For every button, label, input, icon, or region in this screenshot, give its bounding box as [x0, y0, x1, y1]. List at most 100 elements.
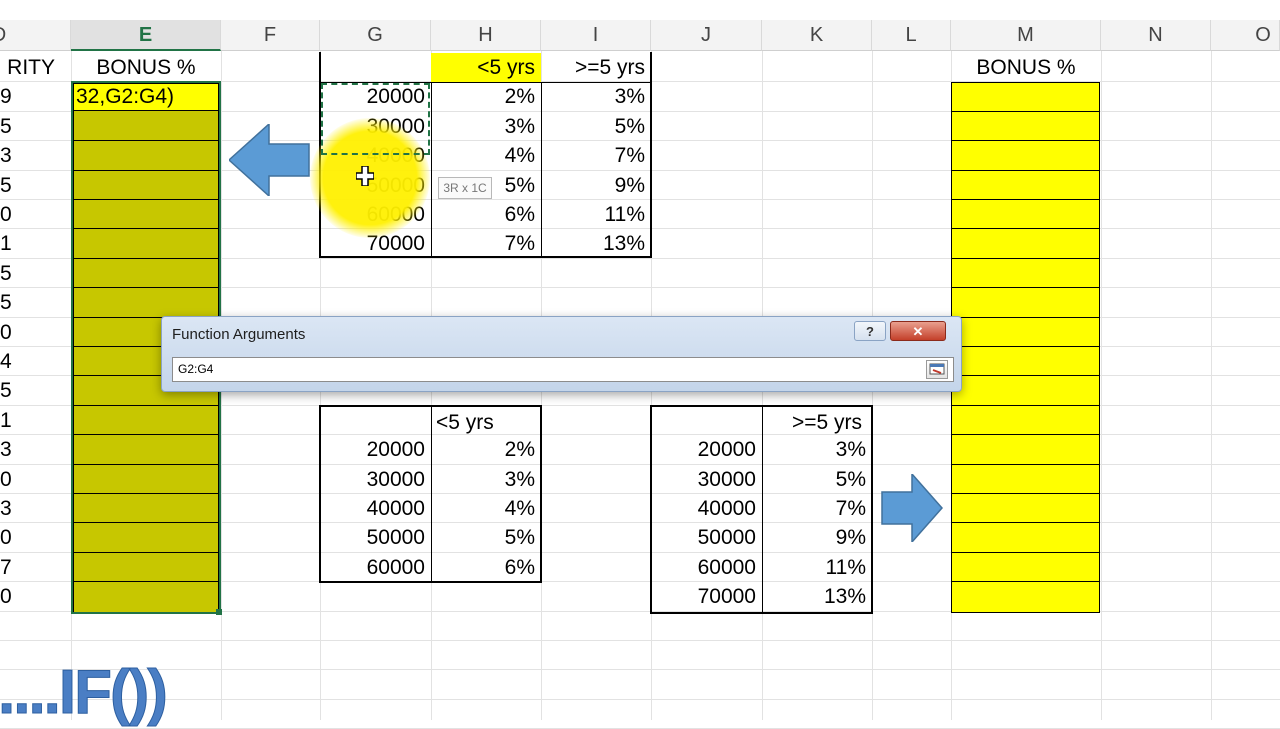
bonus-cell-border: [951, 258, 1100, 259]
lower-right-cell-j: 40000: [697, 497, 756, 520]
top-table-cell-g: 70000: [366, 232, 425, 255]
top-table-cell-h: 6%: [504, 203, 535, 226]
column-header-label: M: [1017, 24, 1034, 46]
column-d-value: 9: [0, 85, 12, 108]
bonus-cell-border: [951, 464, 1100, 465]
top-table-cell-i: 5%: [614, 115, 645, 138]
bonus-cell-border: [951, 552, 1100, 553]
column-d-header: RITY: [7, 56, 55, 79]
bonus-cell-border: [951, 493, 1100, 494]
top-table-cell-g: 60000: [366, 203, 425, 226]
function-arguments-dialog: Function Arguments ? ✕ G2:G4: [161, 316, 962, 392]
lower-right-cell-k: 11%: [825, 556, 866, 579]
column-d-value: 4: [0, 350, 12, 373]
column-header-k[interactable]: K: [762, 20, 872, 51]
copy-marquee-g2-g4: [321, 83, 430, 155]
bonus-cell-border: [951, 287, 1100, 288]
column-header-label: D: [0, 24, 6, 46]
column-d-value: 5: [0, 262, 12, 285]
column-header-o[interactable]: O: [1211, 20, 1280, 51]
lower-right-cell-k: 7%: [835, 497, 866, 520]
lower-left-cell-h: 3%: [504, 468, 535, 491]
column-header-label: J: [701, 24, 711, 46]
column-header-i[interactable]: I: [541, 20, 651, 51]
top-table-cell-i: 7%: [614, 144, 645, 167]
column-d-value: 0: [0, 468, 12, 491]
column-header-d[interactable]: D: [0, 20, 71, 51]
bonus-header-e: BONUS %: [96, 56, 196, 79]
column-d-value: 5: [0, 115, 12, 138]
column-header-j[interactable]: J: [651, 20, 762, 51]
bonus-cell-border: [951, 405, 1100, 406]
bonus-header-m: BONUS %: [976, 56, 1076, 79]
bonus-cell-border: [951, 317, 1100, 318]
lower-right-cell-k: 5%: [835, 468, 866, 491]
row-gridline: [0, 699, 1280, 700]
column-d-value: 5: [0, 379, 12, 402]
bonus-cell-border: [951, 199, 1100, 200]
bonus-range-m[interactable]: [951, 82, 1100, 613]
column-header-label: K: [809, 24, 824, 46]
column-header-g[interactable]: G: [320, 20, 431, 51]
column-d-value: 0: [0, 526, 12, 549]
column-header-n[interactable]: N: [1101, 20, 1211, 51]
column-header-label: G: [367, 24, 383, 46]
range-input[interactable]: G2:G4: [172, 357, 954, 382]
column-d-value: 5: [0, 174, 12, 197]
column-d-value: 0: [0, 203, 12, 226]
top-table-cell-i: 11%: [604, 203, 645, 226]
top-table-cell-h: 7%: [504, 232, 535, 255]
bonus-cell-border: [951, 228, 1100, 229]
bonus-cell-border: [951, 170, 1100, 171]
expand-dialog-icon[interactable]: [926, 360, 948, 379]
column-d-value: 1: [0, 409, 12, 432]
column-d-value: 3: [0, 144, 12, 167]
fill-handle[interactable]: [216, 609, 222, 615]
bonus-cell-border: [951, 346, 1100, 347]
column-d-value: 3: [0, 497, 12, 520]
top-table-cell-h: 3%: [504, 115, 535, 138]
lower-left-cell-h: 4%: [504, 497, 535, 520]
lower-right-cell-j: 20000: [697, 438, 756, 461]
lower-left-cell-g: 60000: [366, 556, 425, 579]
column-header-label: O: [1255, 24, 1271, 46]
top-table-cell-i: 13%: [602, 232, 645, 255]
column-header-label: L: [905, 24, 917, 46]
row-gridline: [0, 669, 1280, 670]
column-header-label: F: [263, 24, 277, 46]
column-header-label: H: [478, 24, 493, 46]
column-header-label: I: [592, 24, 599, 46]
lower-left-cell-g: 50000: [366, 526, 425, 549]
column-header-h[interactable]: H: [431, 20, 541, 51]
lower-right-cell-k: 9%: [835, 526, 866, 549]
row-gridline: [0, 640, 1280, 641]
top-table-cell-i: 9%: [614, 174, 645, 197]
bonus-cell-border: [951, 434, 1100, 435]
right-arrow-icon: [880, 472, 944, 547]
top-table-cell-h: 2%: [504, 85, 535, 108]
top-header-lt5: <5 yrs: [477, 56, 535, 79]
help-button[interactable]: ?: [854, 321, 886, 341]
column-header-e[interactable]: E: [71, 20, 221, 51]
lower-right-cell-j: 50000: [697, 526, 756, 549]
top-table-cell-h: 4%: [504, 144, 535, 167]
column-header-l[interactable]: L: [872, 20, 951, 51]
bonus-cell-border: [951, 111, 1100, 112]
lower-right-cell-k: 3%: [835, 438, 866, 461]
plus-cursor-icon: [355, 165, 375, 187]
column-d-value: 3: [0, 438, 12, 461]
column-header-m[interactable]: M: [951, 20, 1101, 51]
bonus-cell-border: [951, 522, 1100, 523]
column-header-label: E: [138, 24, 153, 46]
close-button[interactable]: ✕: [890, 321, 946, 341]
lower-right-cell-j: 70000: [697, 585, 756, 608]
top-table-cell-g: 50000: [366, 174, 425, 197]
column-d-value: 1: [0, 232, 12, 255]
column-header-f[interactable]: F: [221, 20, 320, 51]
top-header-ge5: >=5 yrs: [574, 56, 645, 79]
lower-right-cell-j: 30000: [697, 468, 756, 491]
lower-left-cell-h: 5%: [504, 526, 535, 549]
lower-left-cell-g: 20000: [366, 438, 425, 461]
lower-right-cell-k: 13%: [823, 585, 866, 608]
lower-right-header: >=5 yrs: [791, 411, 862, 434]
